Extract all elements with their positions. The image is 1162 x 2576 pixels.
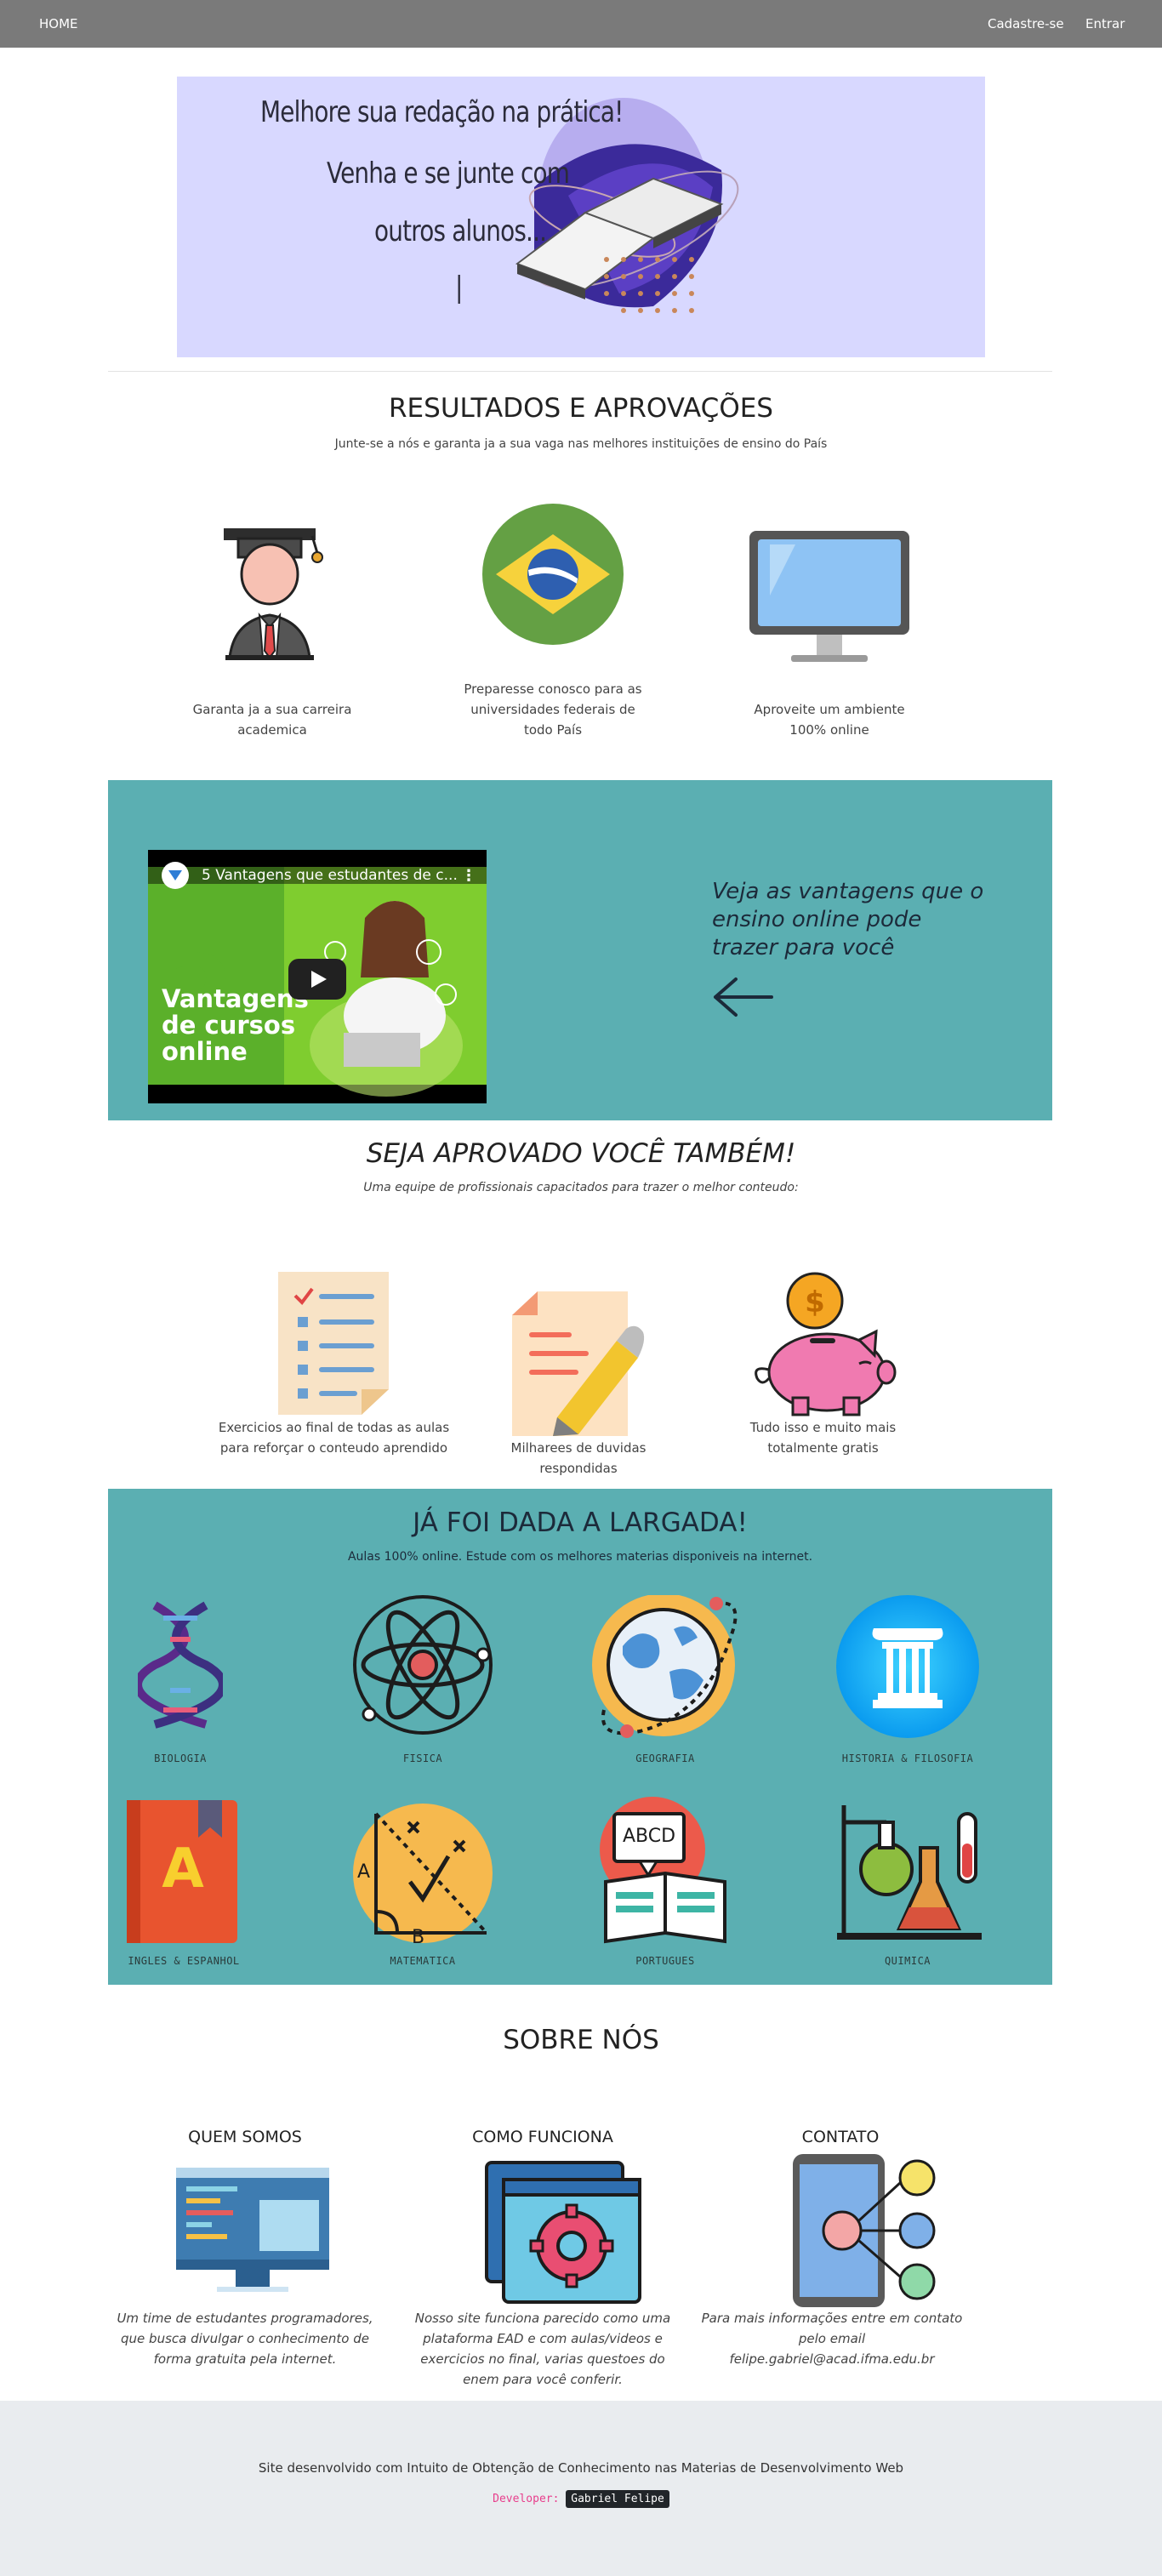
subject-label-historia[interactable]: HISTORIA & FILOSOFIA bbox=[835, 1752, 980, 1764]
globe-icon[interactable] bbox=[589, 1593, 742, 1744]
hero-headline-2: Venha e se junte com bbox=[327, 157, 570, 191]
arrow-left-icon bbox=[714, 977, 773, 1017]
dictionary-icon[interactable]: A bbox=[123, 1797, 242, 1946]
subject-label-ingles[interactable]: INGLES & ESPANHOL bbox=[111, 1955, 256, 1967]
about-text-quem-somos: Um time de estudantes programadores, que… bbox=[117, 2311, 373, 2367]
video-title[interactable]: 5 Vantagens que estudantes de c... bbox=[202, 867, 458, 884]
subject-label-geografia[interactable]: GEOGRAFIA bbox=[593, 1752, 738, 1764]
flask-icon[interactable] bbox=[835, 1797, 988, 1946]
hero-headline-1: Melhore sua redação na prática! bbox=[260, 95, 624, 129]
hero-headline-3: outros alunos... bbox=[374, 214, 547, 248]
nav-home-link[interactable]: HOME bbox=[39, 16, 78, 31]
abcd-book-icon[interactable]: ABCD bbox=[597, 1797, 733, 1946]
atom-icon[interactable] bbox=[350, 1595, 495, 1735]
dictionary-glyph: A bbox=[162, 1838, 204, 1901]
network-phone-icon bbox=[791, 2152, 940, 2310]
brazil-flag-icon bbox=[481, 502, 625, 647]
subjects-section: JÁ FOI DADA A LARGADA! Aulas 100% online… bbox=[108, 1489, 1052, 1985]
column-icon[interactable] bbox=[835, 1594, 980, 1739]
abcd-glyph: ABCD bbox=[622, 1826, 676, 1847]
developer-name-badge: Gabriel Felipe bbox=[566, 2490, 669, 2508]
subjects-subtitle: Aulas 100% online. Estude com os melhore… bbox=[347, 1550, 813, 1564]
svg-text:A: A bbox=[357, 1861, 370, 1883]
typing-cursor: | bbox=[455, 271, 463, 305]
footer: Site desenvolvido com Intuito de Obtençã… bbox=[0, 2401, 1162, 2576]
about-heading-contato: CONTATO bbox=[801, 2128, 880, 2146]
thumb-caption-line-2: de cursos bbox=[162, 1011, 296, 1040]
approved-title: SEJA APROVADO VOCÊ TAMBÉM! bbox=[366, 1138, 796, 1169]
dna-icon[interactable] bbox=[134, 1601, 227, 1729]
hero-banner: Melhore sua redação na prática! Venha e … bbox=[177, 77, 985, 357]
results-item-2-text: Preparesse conosco para as universidades… bbox=[464, 681, 642, 738]
thumb-caption-line-3: online bbox=[162, 1037, 248, 1066]
results-subtitle: Junte-se a nós e garanta ja a sua vaga n… bbox=[334, 437, 828, 451]
svg-text:$: $ bbox=[805, 1285, 825, 1319]
video-promo-text: Veja as vantagens que o ensino online po… bbox=[712, 879, 984, 960]
play-button[interactable] bbox=[288, 959, 346, 1000]
approved-subtitle: Uma equipe de profissionais capacitados … bbox=[363, 1181, 799, 1194]
results-item-1-text: Garanta ja a sua carreira academica bbox=[192, 702, 352, 738]
subjects-title: JÁ FOI DADA A LARGADA! bbox=[413, 1507, 748, 1538]
subject-label-fisica[interactable]: FISICA bbox=[350, 1752, 495, 1764]
nav-login-link[interactable]: Entrar bbox=[1085, 16, 1125, 31]
document-pencil-icon bbox=[510, 1290, 647, 1439]
footer-text: Site desenvolvido com Intuito de Obtençã… bbox=[258, 2460, 904, 2476]
code-monitor-icon bbox=[174, 2166, 332, 2302]
about-text-como-funciona: Nosso site funciona parecido como uma pl… bbox=[414, 2311, 671, 2387]
geometry-icon[interactable]: A B bbox=[350, 1797, 495, 1948]
video-more-icon[interactable]: ⋮ bbox=[461, 867, 476, 885]
graduate-icon bbox=[208, 515, 336, 668]
subject-label-matematica[interactable]: MATEMATICA bbox=[350, 1955, 495, 1967]
approved-item-1-text: Exercicios ao final de todas as aulas pa… bbox=[218, 1420, 450, 1456]
video-player[interactable]: 5 Vantagens que estudantes de c... ⋮ 5 V… bbox=[148, 850, 487, 1103]
video-section: 5 Vantagens que estudantes de c... ⋮ 5 V… bbox=[108, 780, 1052, 1120]
developer-label: Developer: bbox=[493, 2493, 560, 2505]
approved-item-2-text: Milharees de duvidas respondidas bbox=[510, 1440, 647, 1476]
checklist-icon bbox=[276, 1270, 391, 1416]
about-heading-quem-somos: QUEM SOMOS bbox=[188, 2128, 302, 2146]
thumb-caption-line-1: Vantagens bbox=[162, 984, 309, 1013]
navbar: HOME Cadastre-se Entrar bbox=[0, 0, 1162, 48]
subject-label-quimica[interactable]: QUIMICA bbox=[835, 1955, 980, 1967]
results-item-3-text: Aproveite um ambiente 100% online bbox=[754, 702, 905, 738]
about-heading-como-funciona: COMO FUNCIONA bbox=[472, 2128, 613, 2146]
piggy-bank-icon: $ bbox=[749, 1272, 897, 1416]
results-title: RESULTADOS E APROVAÇÕES bbox=[389, 393, 773, 424]
developer-credit: Developer: Gabriel Felipe bbox=[0, 2490, 1162, 2508]
play-icon bbox=[311, 971, 327, 988]
about-title: SOBRE NÓS bbox=[503, 2025, 659, 2055]
monitor-icon bbox=[744, 527, 914, 672]
subject-label-biologia[interactable]: BIOLOGIA bbox=[108, 1752, 253, 1764]
thumb-caption: Vantagens de cursos online bbox=[162, 986, 309, 1065]
nav-signup-link[interactable]: Cadastre-se bbox=[988, 16, 1064, 31]
approved-item-3-text: Tudo isso e muito mais totalmente gratis bbox=[749, 1420, 897, 1456]
gear-window-icon bbox=[485, 2161, 642, 2305]
svg-text:B: B bbox=[412, 1927, 424, 1946]
about-text-contato: Para mais informações entre em contato p… bbox=[701, 2311, 963, 2367]
section-divider bbox=[108, 371, 1052, 372]
subject-label-portugues[interactable]: PORTUGUES bbox=[593, 1955, 738, 1967]
